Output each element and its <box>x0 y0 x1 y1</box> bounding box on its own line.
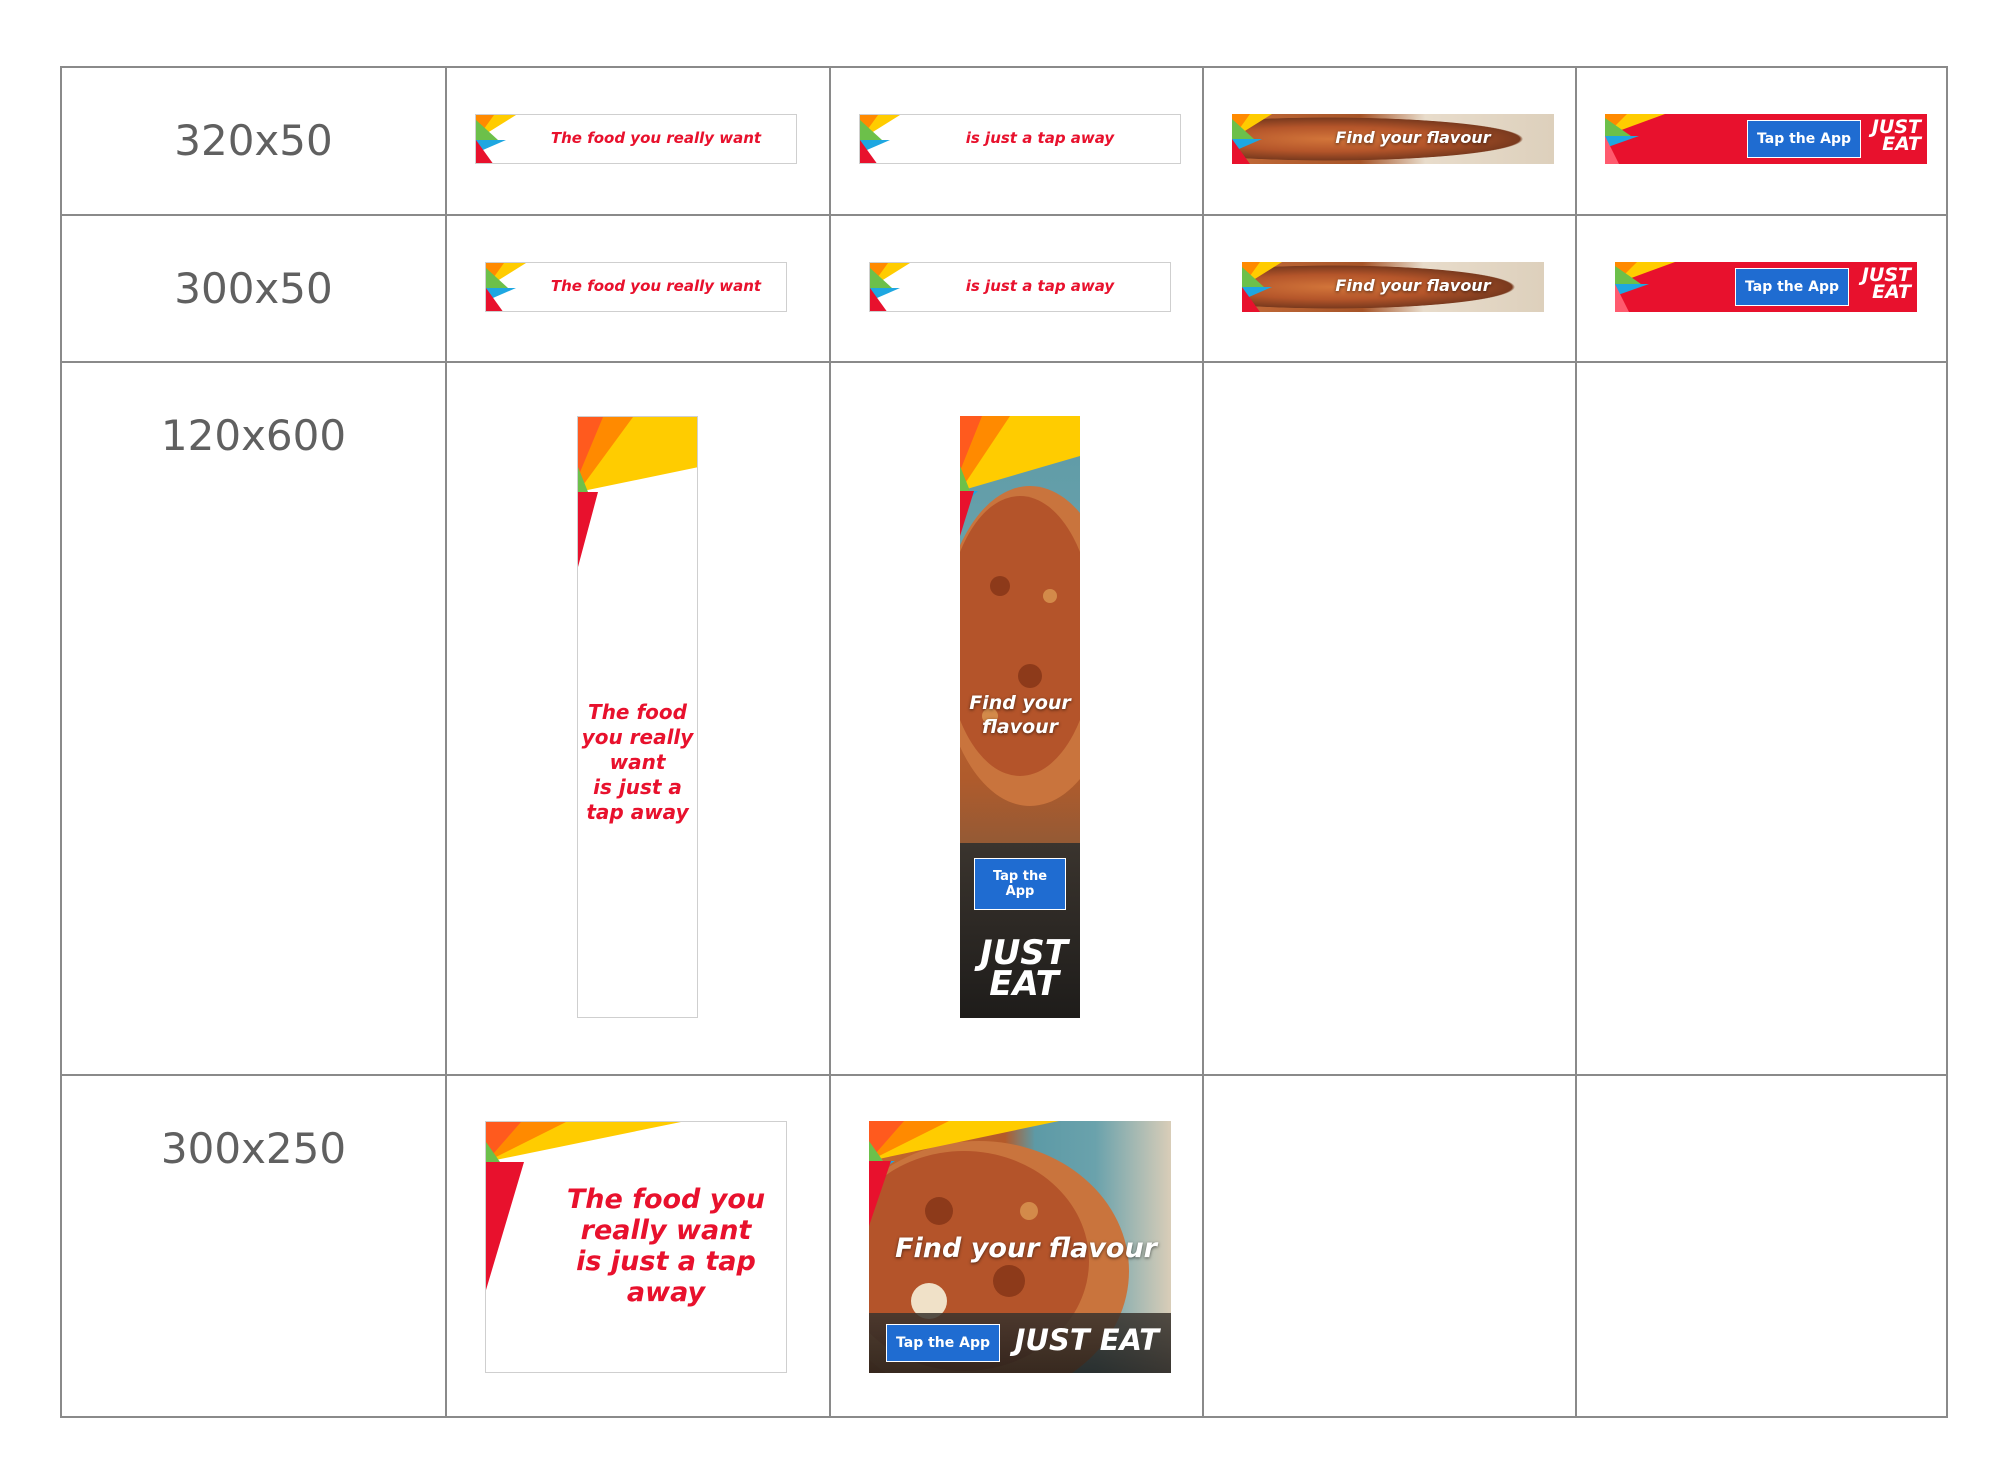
colour-burst-graphic <box>869 1121 1059 1226</box>
logo-line: EAT <box>989 963 1059 1004</box>
headline-line: want <box>609 750 666 774</box>
cta-line: App <box>1005 884 1035 899</box>
just-eat-logo: JUST EAT <box>980 936 1068 1004</box>
tap-the-app-button[interactable]: Tap the App <box>1747 120 1861 158</box>
ad-headline: The food you really want is just a tap a… <box>578 700 697 825</box>
colour-burst-graphic <box>476 115 516 163</box>
tap-the-app-button[interactable]: Tap the App <box>1735 268 1849 306</box>
tap-the-app-button[interactable]: Tap the App <box>974 858 1066 910</box>
just-eat-logo: JUST EAT <box>1862 265 1911 304</box>
banner-300x50-cta[interactable]: Tap the App JUST EAT <box>1615 262 1917 312</box>
headline-line: flavour <box>981 716 1059 738</box>
colour-burst-graphic <box>960 416 1080 536</box>
row-divider <box>62 1074 1946 1076</box>
column-divider <box>1202 68 1204 1416</box>
size-label-300x250: 300x250 <box>160 1124 347 1173</box>
colour-burst-graphic <box>1242 262 1282 312</box>
banner-320x50-copy-b[interactable]: is just a tap away <box>859 114 1181 164</box>
logo-line: EAT <box>1882 133 1921 156</box>
headline-line: Find your <box>969 692 1071 714</box>
ad-headline: is just a tap away <box>965 277 1115 295</box>
headline-line: is just a tap <box>576 1246 756 1277</box>
column-divider <box>1575 68 1577 1416</box>
row-divider <box>62 361 1946 363</box>
ad-headline: The food you really want is just a tap a… <box>546 1184 786 1308</box>
size-label-120x600: 120x600 <box>160 411 347 460</box>
banner-320x50-flavour[interactable]: Find your flavour <box>1232 114 1554 164</box>
banner-320x50-cta[interactable]: Tap the App JUST EAT <box>1605 114 1927 164</box>
cta-line: Tap the <box>992 869 1048 884</box>
colour-burst-graphic <box>1615 262 1675 312</box>
colour-burst-graphic <box>870 263 910 311</box>
banner-300x50-copy-b[interactable]: is just a tap away <box>869 262 1171 312</box>
ad-headline: Find your flavour <box>1335 128 1491 147</box>
column-divider <box>445 68 447 1416</box>
just-eat-logo: JUST EAT <box>1872 117 1921 156</box>
row-divider <box>62 214 1946 216</box>
banner-320x50-copy-a[interactable]: The food you really want <box>475 114 797 164</box>
colour-burst-graphic <box>486 263 526 311</box>
headline-line: is just a <box>593 775 682 799</box>
size-label-300x50: 300x50 <box>174 264 333 313</box>
ad-headline: Find your flavour <box>1335 276 1491 295</box>
colour-burst-graphic <box>1605 114 1665 164</box>
size-label-320x50: 320x50 <box>174 116 333 165</box>
headline-line: really want <box>580 1215 752 1246</box>
ad-size-grid: 320x50 300x50 120x600 300x250 The food y… <box>60 66 1948 1418</box>
skyscraper-120x600-copy[interactable]: The food you really want is just a tap a… <box>577 416 698 1018</box>
skyscraper-120x600-flavour[interactable]: Find your flavour Tap the App JUST EAT <box>960 416 1080 1018</box>
ad-headline: The food you really want <box>550 277 762 295</box>
ad-headline: Find your flavour <box>960 691 1080 739</box>
headline-line: tap away <box>586 800 689 824</box>
mpu-300x250-copy[interactable]: The food you really want is just a tap a… <box>485 1121 787 1373</box>
colour-burst-graphic <box>578 417 697 567</box>
ad-headline: Find your flavour <box>895 1233 1157 1264</box>
column-divider <box>829 68 831 1416</box>
ad-headline: The food you really want <box>550 129 762 147</box>
headline-line: The food <box>588 700 687 724</box>
mpu-300x250-flavour[interactable]: Find your flavour Tap the App JUST EAT <box>869 1121 1171 1373</box>
banner-300x50-flavour[interactable]: Find your flavour <box>1242 262 1544 312</box>
ad-headline: is just a tap away <box>965 129 1115 147</box>
headline-line: away <box>626 1277 706 1308</box>
headline-line: you really <box>581 725 694 749</box>
banner-300x50-copy-a[interactable]: The food you really want <box>485 262 787 312</box>
logo-line: EAT <box>1872 281 1911 304</box>
just-eat-logo: JUST EAT <box>1014 1323 1159 1357</box>
colour-burst-graphic <box>860 115 900 163</box>
headline-line: The food you <box>566 1184 766 1215</box>
colour-burst-graphic <box>1232 114 1272 164</box>
tap-the-app-button[interactable]: Tap the App <box>886 1324 1000 1362</box>
